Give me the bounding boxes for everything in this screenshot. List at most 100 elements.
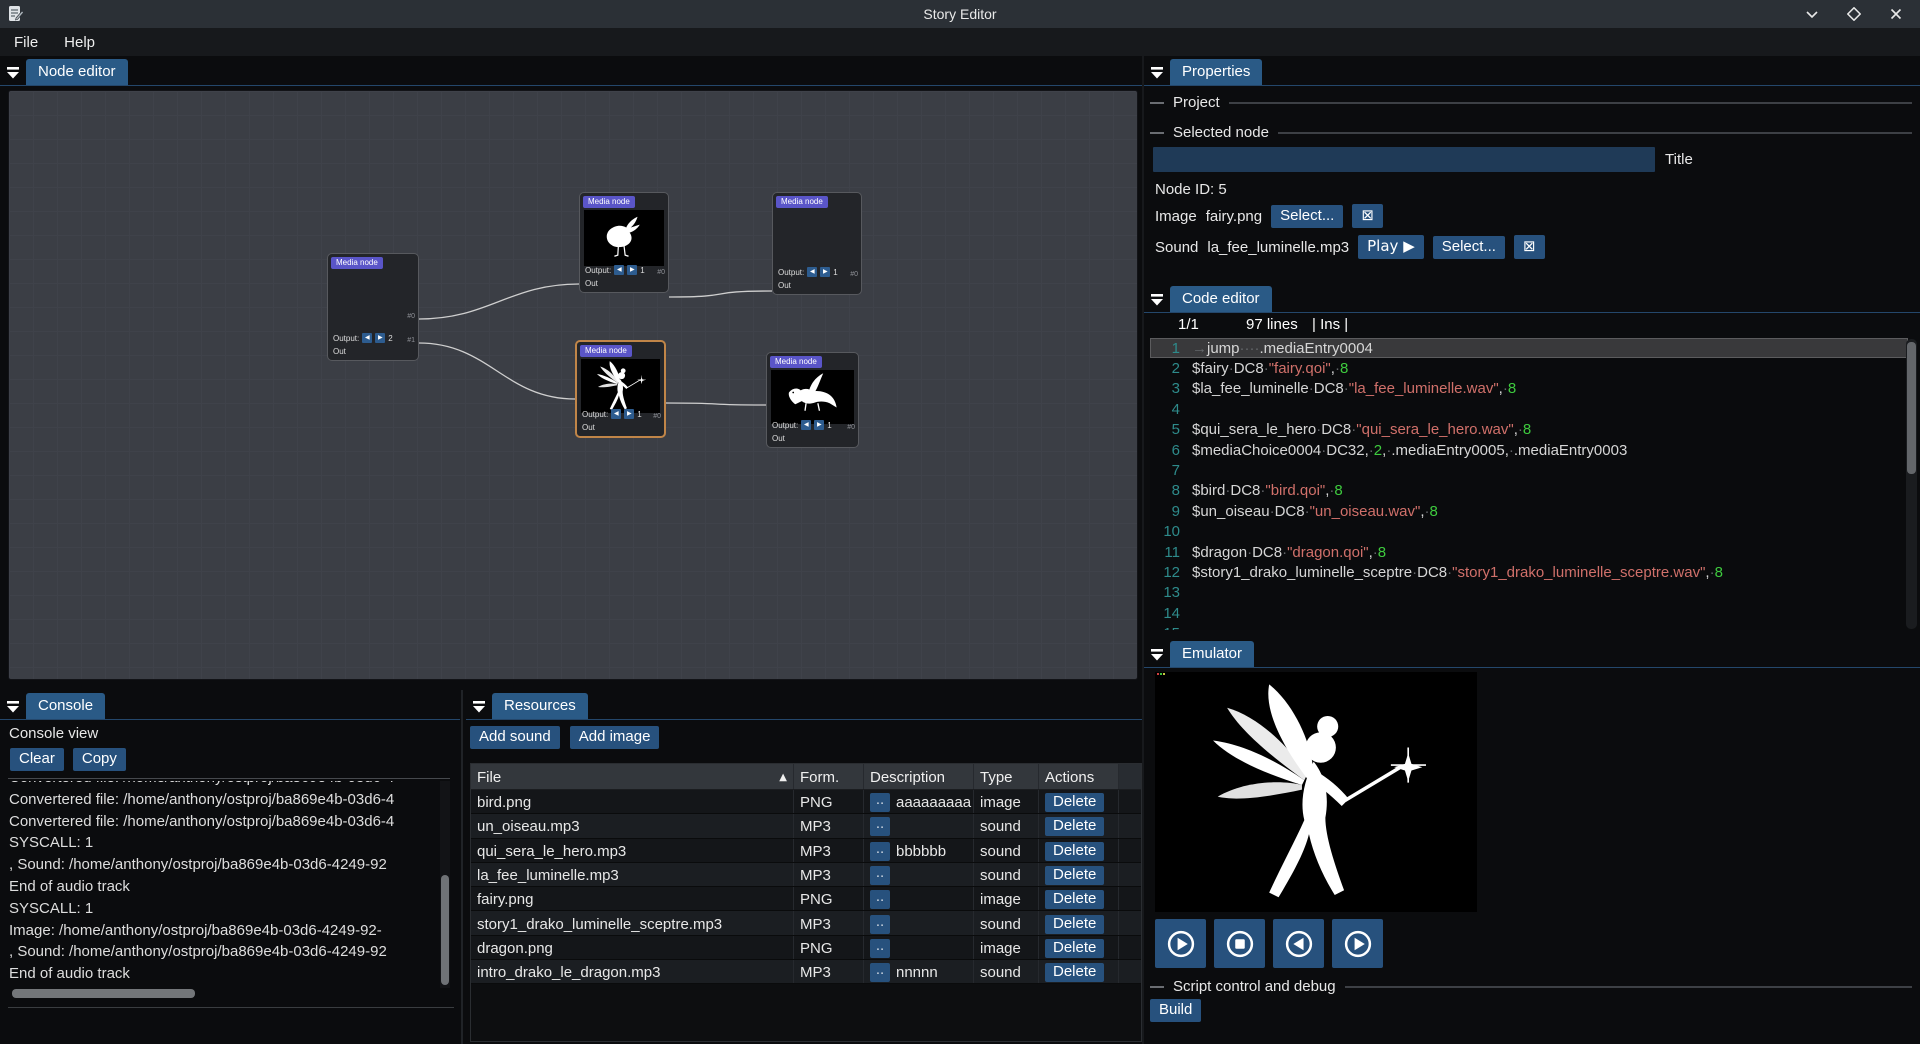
edit-description-button[interactable]: .. — [870, 842, 890, 861]
node-media-dragon[interactable]: Media nodeOutput:◀▶1Out#0 — [766, 352, 859, 448]
sound-play-button[interactable]: Play ▶ — [1358, 235, 1424, 259]
tab-resources[interactable]: Resources — [492, 693, 588, 719]
output-prev-button[interactable]: ◀ — [362, 333, 372, 343]
code-line[interactable]: 4 — [1150, 399, 1908, 419]
node-media-bird[interactable]: Media nodeOutput:◀▶1Out#0 — [579, 192, 669, 293]
collapse-icon[interactable] — [468, 695, 490, 717]
code-scrollbar-thumb[interactable] — [1907, 342, 1916, 474]
build-button[interactable]: Build — [1150, 999, 1201, 1022]
output-prev-button[interactable]: ◀ — [614, 265, 624, 275]
code-line[interactable]: 13 — [1150, 583, 1908, 603]
console-hscrollbar-thumb[interactable] — [12, 989, 195, 998]
vertical-splitter[interactable] — [1142, 56, 1144, 1044]
code-line[interactable]: 12$story1_drako_luminelle_sceptre·DC8·"s… — [1150, 562, 1908, 582]
table-row[interactable]: story1_drako_luminelle_sceptre.mp3MP3..s… — [471, 911, 1141, 935]
edit-description-button[interactable]: .. — [870, 963, 890, 982]
console-resources-splitter[interactable] — [461, 690, 463, 1044]
node-media-fairy[interactable]: Media nodeOutput:◀▶1Out#0 — [575, 340, 666, 438]
code-line[interactable]: 10 — [1150, 522, 1908, 542]
table-row[interactable]: un_oiseau.mp3MP3..soundDelete — [471, 814, 1141, 838]
console-log[interactable]: Convertered file: /home/anthony/ostproj/… — [9, 781, 437, 988]
close-icon[interactable] — [1886, 4, 1906, 24]
tab-console[interactable]: Console — [26, 693, 105, 719]
output-prev-button[interactable]: ◀ — [801, 420, 811, 430]
tab-node-editor[interactable]: Node editor — [26, 59, 128, 85]
collapse-icon[interactable] — [2, 695, 24, 717]
edit-description-button[interactable]: .. — [870, 866, 890, 885]
table-row[interactable]: fairy.pngPNG..imageDelete — [471, 887, 1141, 911]
delete-button[interactable]: Delete — [1045, 939, 1104, 958]
delete-button[interactable]: Delete — [1045, 915, 1104, 934]
code-line[interactable]: 7 — [1150, 460, 1908, 480]
clear-button[interactable]: Clear — [10, 748, 64, 771]
collapse-icon[interactable] — [1146, 61, 1168, 83]
column-header-form[interactable]: Form. — [794, 764, 864, 789]
table-row[interactable]: la_fee_luminelle.mp3MP3..soundDelete — [471, 863, 1141, 887]
edit-description-button[interactable]: .. — [870, 793, 890, 812]
sound-select-button[interactable]: Select... — [1433, 236, 1505, 259]
add-image-button[interactable]: Add image — [570, 726, 660, 749]
code-line[interactable]: 15 – ··– –– · — [1150, 623, 1908, 630]
node-title: Media node — [770, 356, 822, 368]
edit-description-button[interactable]: .. — [870, 939, 890, 958]
delete-button[interactable]: Delete — [1045, 963, 1104, 982]
table-row[interactable]: bird.pngPNG..aaaaaaaaaimageDelete — [471, 790, 1141, 814]
collapse-icon[interactable] — [1146, 643, 1168, 665]
maximize-icon[interactable] — [1844, 4, 1864, 24]
table-row[interactable]: qui_sera_le_hero.mp3MP3..bbbbbbsoundDele… — [471, 839, 1141, 863]
code-line[interactable]: 6$mediaChoice0004·DC32,·2,·.mediaEntry00… — [1150, 440, 1908, 460]
tab-code-editor[interactable]: Code editor — [1170, 286, 1272, 312]
output-prev-button[interactable]: ◀ — [807, 267, 817, 277]
column-header-description[interactable]: Description — [864, 764, 974, 789]
delete-button[interactable]: Delete — [1045, 793, 1104, 812]
step-forward-button[interactable] — [1332, 919, 1383, 968]
tab-properties[interactable]: Properties — [1170, 59, 1262, 85]
play-button[interactable] — [1155, 919, 1206, 968]
node-canvas[interactable]: Media nodeOutput:◀▶2Out#0#1 Media nodeOut… — [8, 90, 1138, 680]
add-sound-button[interactable]: Add sound — [470, 726, 560, 749]
delete-button[interactable]: Delete — [1045, 866, 1104, 885]
code-line[interactable]: 14 — [1150, 603, 1908, 623]
code-line[interactable]: 1→jump····.mediaEntry0004 — [1150, 338, 1908, 358]
step-back-button[interactable] — [1273, 919, 1324, 968]
console-vscrollbar-thumb[interactable] — [441, 875, 449, 985]
copy-button[interactable]: Copy — [73, 748, 126, 771]
code-line[interactable]: 11$dragon·DC8·"dragon.qoi",·8 — [1150, 542, 1908, 562]
menu-file[interactable]: File — [14, 34, 38, 51]
delete-button[interactable]: Delete — [1045, 842, 1104, 861]
node-media-1[interactable]: Media nodeOutput:◀▶2Out#0#1 — [327, 253, 419, 361]
minimize-icon[interactable] — [1802, 4, 1822, 24]
sound-clear-button[interactable]: ⊠ — [1514, 235, 1545, 259]
output-next-button[interactable]: ▶ — [820, 267, 830, 277]
table-row[interactable]: intro_drako_le_dragon.mp3MP3..nnnnnsound… — [471, 960, 1141, 984]
edit-description-button[interactable]: .. — [870, 890, 890, 909]
output-next-button[interactable]: ▶ — [624, 409, 634, 419]
code-line[interactable]: 8$bird·DC8·"bird.qoi",·8 — [1150, 481, 1908, 501]
delete-button[interactable]: Delete — [1045, 817, 1104, 836]
output-next-button[interactable]: ▶ — [375, 333, 385, 343]
column-header-actions[interactable]: Actions — [1039, 764, 1119, 789]
code-line[interactable]: 2$fairy·DC8·"fairy.qoi",·8 — [1150, 358, 1908, 378]
menu-help[interactable]: Help — [64, 34, 95, 51]
title-input[interactable] — [1153, 147, 1655, 172]
node-media-2[interactable]: Media nodeOutput:◀▶1Out#0 — [772, 192, 862, 295]
code-line[interactable]: 9$un_oiseau·DC8·"un_oiseau.wav",·8 — [1150, 501, 1908, 521]
edit-description-button[interactable]: .. — [870, 817, 890, 836]
output-next-button[interactable]: ▶ — [814, 420, 824, 430]
output-next-button[interactable]: ▶ — [627, 265, 637, 275]
column-header-file[interactable]: File▲ — [471, 764, 794, 789]
edit-description-button[interactable]: .. — [870, 915, 890, 934]
table-row[interactable]: dragon.pngPNG..imageDelete — [471, 936, 1141, 960]
code-line[interactable]: 3$la_fee_luminelle·DC8·"la_fee_luminelle… — [1150, 379, 1908, 399]
collapse-icon[interactable] — [2, 61, 24, 83]
delete-button[interactable]: Delete — [1045, 890, 1104, 909]
output-prev-button[interactable]: ◀ — [611, 409, 621, 419]
stop-button[interactable] — [1214, 919, 1265, 968]
collapse-icon[interactable] — [1146, 288, 1168, 310]
code-editor-text[interactable]: 1→jump····.mediaEntry00042$fairy·DC8·"fa… — [1150, 338, 1908, 630]
code-line[interactable]: 5$qui_sera_le_hero·DC8·"qui_sera_le_hero… — [1150, 420, 1908, 440]
tab-emulator[interactable]: Emulator — [1170, 641, 1254, 667]
image-select-button[interactable]: Select... — [1271, 205, 1343, 228]
column-header-type[interactable]: Type — [974, 764, 1039, 789]
image-clear-button[interactable]: ⊠ — [1352, 204, 1383, 228]
